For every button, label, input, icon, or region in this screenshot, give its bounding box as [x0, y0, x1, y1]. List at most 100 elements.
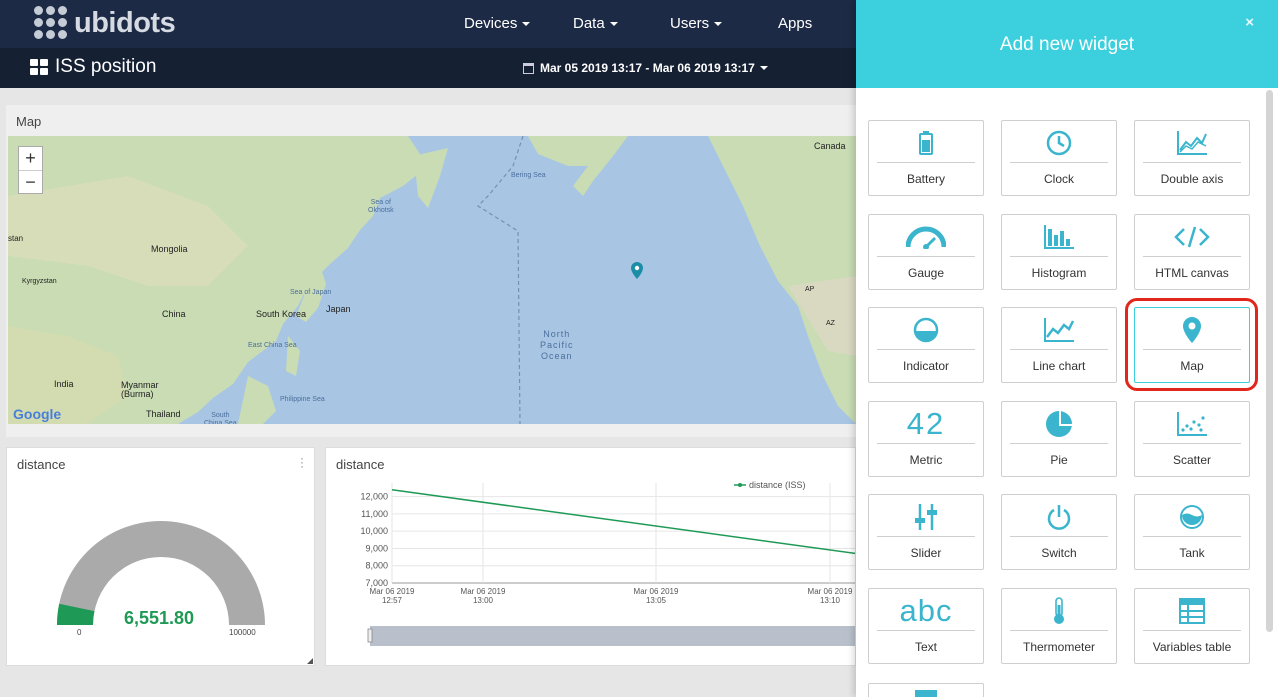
x-tick-date: Mar 06 2019	[370, 587, 415, 596]
map-marker-icon[interactable]	[631, 262, 643, 279]
power-icon	[1002, 501, 1116, 533]
range-navigator	[370, 626, 855, 646]
x-tick-time: 13:00	[473, 596, 494, 605]
gauge-icon	[869, 221, 983, 253]
map-label-kyrgyzstan: Kyrgyzstan	[22, 278, 57, 285]
logo-dots-icon	[34, 6, 68, 40]
widget-tile-tank[interactable]: Tank	[1134, 494, 1250, 571]
chevron-down-icon	[522, 22, 531, 27]
panel-scrollbar[interactable]	[1266, 90, 1273, 632]
text-icon-glyph: abc	[899, 593, 953, 628]
legend-label: distance (ISS)	[749, 480, 806, 490]
tile-label: Battery	[906, 172, 945, 186]
chevron-down-icon	[714, 22, 723, 27]
ubidots-logo[interactable]: ubidots	[34, 6, 176, 40]
nav-users[interactable]: Users	[670, 15, 723, 32]
widget-tile-html-canvas[interactable]: HTML canvas	[1134, 213, 1250, 290]
nav-data[interactable]: Data	[573, 15, 618, 32]
date-range-text: Mar 05 2019 13:17 - Mar 06 2019 13:17	[540, 61, 755, 75]
line-chart-icon	[1002, 314, 1116, 346]
map-widget-title: Map	[16, 114, 42, 129]
close-icon[interactable]: ×	[1245, 14, 1254, 31]
gauge-min-label: 0	[77, 628, 82, 637]
map-canvas[interactable]: + − Canada Mongolia China South Korea Ja…	[8, 136, 856, 424]
gauge-chart	[57, 521, 265, 625]
date-range-picker[interactable]: Mar 05 2019 13:17 - Mar 06 2019 13:17	[523, 61, 768, 75]
chevron-down-icon	[759, 66, 768, 70]
tile-label: Thermometer	[1022, 640, 1096, 654]
line-chart: 12,00011,00010,0009,0008,0007,000Mar 06 …	[360, 480, 855, 646]
widget-tile-thermometer[interactable]: Thermometer	[1001, 588, 1117, 664]
gauge-value: 6,551.80	[124, 608, 195, 628]
map-label-south-china-sea: South China Sea	[204, 412, 237, 424]
indicator-icon	[869, 314, 983, 346]
map-label-sea-okhotsk: Sea of Okhotsk	[368, 199, 394, 214]
widget-tile-clock[interactable]: Clock	[1001, 120, 1117, 196]
tile-label: Gauge	[907, 265, 945, 280]
nav-data-label: Data	[573, 15, 605, 32]
widget-tile-text[interactable]: abc Text	[868, 588, 984, 664]
map-widget: Map + − Canada Mongolia China South Kore…	[6, 105, 856, 437]
tile-divider	[1143, 536, 1241, 538]
tile-label: Line chart	[1032, 359, 1086, 374]
tile-label: Text	[914, 640, 937, 654]
widget-tile-indicator[interactable]: Indicator	[868, 307, 984, 384]
tile-label: Switch	[1041, 546, 1077, 561]
map-zoom-control: + −	[18, 146, 43, 194]
widget-tile-more[interactable]	[868, 683, 984, 697]
widget-tile-double-axis[interactable]: Double axis	[1134, 120, 1250, 196]
widget-tile-variables-table[interactable]: Variables table	[1134, 588, 1250, 664]
google-logo-text: Google	[13, 406, 62, 422]
dashboard-selector[interactable]: ISS position	[30, 56, 156, 78]
tile-divider	[877, 162, 975, 163]
map-label-china: China	[162, 309, 186, 319]
dashboard-grid-icon	[30, 59, 48, 75]
tile-label: Slider	[910, 546, 942, 561]
y-tick-label: 10,000	[360, 526, 388, 536]
widget-tile-histogram[interactable]: Histogram	[1001, 213, 1117, 290]
tile-divider	[1143, 442, 1241, 444]
slider-icon	[869, 501, 983, 533]
series-line-distance	[391, 488, 855, 555]
map-label-india: India	[54, 379, 74, 389]
widget-tile-scatter[interactable]: Scatter	[1134, 400, 1250, 477]
resize-handle-icon[interactable]	[307, 658, 313, 664]
tile-label: Indicator	[902, 359, 950, 374]
gauge-max-label: 100000	[229, 628, 256, 637]
calendar-icon	[523, 62, 534, 74]
battery-icon	[869, 127, 983, 159]
nav-apps-label: Apps	[778, 15, 813, 32]
x-tick-date: Mar 06 2019	[808, 587, 853, 596]
widget-tile-gauge[interactable]: Gauge	[868, 213, 984, 290]
metric-icon: 42	[869, 406, 983, 441]
widget-tile-slider[interactable]: Slider	[868, 494, 984, 571]
map-label-mongolia: Mongolia	[151, 244, 188, 254]
zoom-in-button[interactable]: +	[19, 147, 42, 170]
tile-divider	[1010, 162, 1108, 163]
tile-label: Variables table	[1152, 640, 1232, 654]
widget-tile-battery[interactable]: Battery	[868, 120, 984, 196]
code-icon	[1135, 221, 1249, 253]
map-label-japan: Japan	[326, 304, 351, 314]
widget-tile-pie[interactable]: Pie	[1001, 400, 1117, 477]
tile-label: Histogram	[1031, 265, 1087, 280]
map-label-stan: stan	[8, 234, 24, 243]
y-tick-label: 8,000	[365, 561, 388, 571]
nav-apps[interactable]: Apps	[778, 15, 812, 32]
widget-tile-switch[interactable]: Switch	[1001, 494, 1117, 571]
thermometer-icon	[1002, 595, 1116, 627]
y-tick-label: 12,000	[360, 492, 388, 502]
pie-icon	[1002, 408, 1116, 440]
widget-tile-metric[interactable]: 42 Metric	[868, 400, 984, 477]
widget-tile-line-chart[interactable]: Line chart	[1001, 307, 1117, 384]
y-tick-label: 9,000	[365, 543, 388, 553]
tile-label: Scatter	[1172, 452, 1211, 467]
zoom-out-button[interactable]: −	[19, 170, 42, 193]
tile-divider	[877, 349, 975, 351]
tile-divider	[1010, 442, 1108, 444]
x-tick-time: 13:05	[646, 596, 667, 605]
nav-devices[interactable]: Devices	[464, 15, 531, 32]
logo-text: ubidots	[74, 6, 176, 39]
map-label-sea-japan: Sea of Japan	[290, 289, 332, 296]
table-icon	[1135, 595, 1249, 627]
